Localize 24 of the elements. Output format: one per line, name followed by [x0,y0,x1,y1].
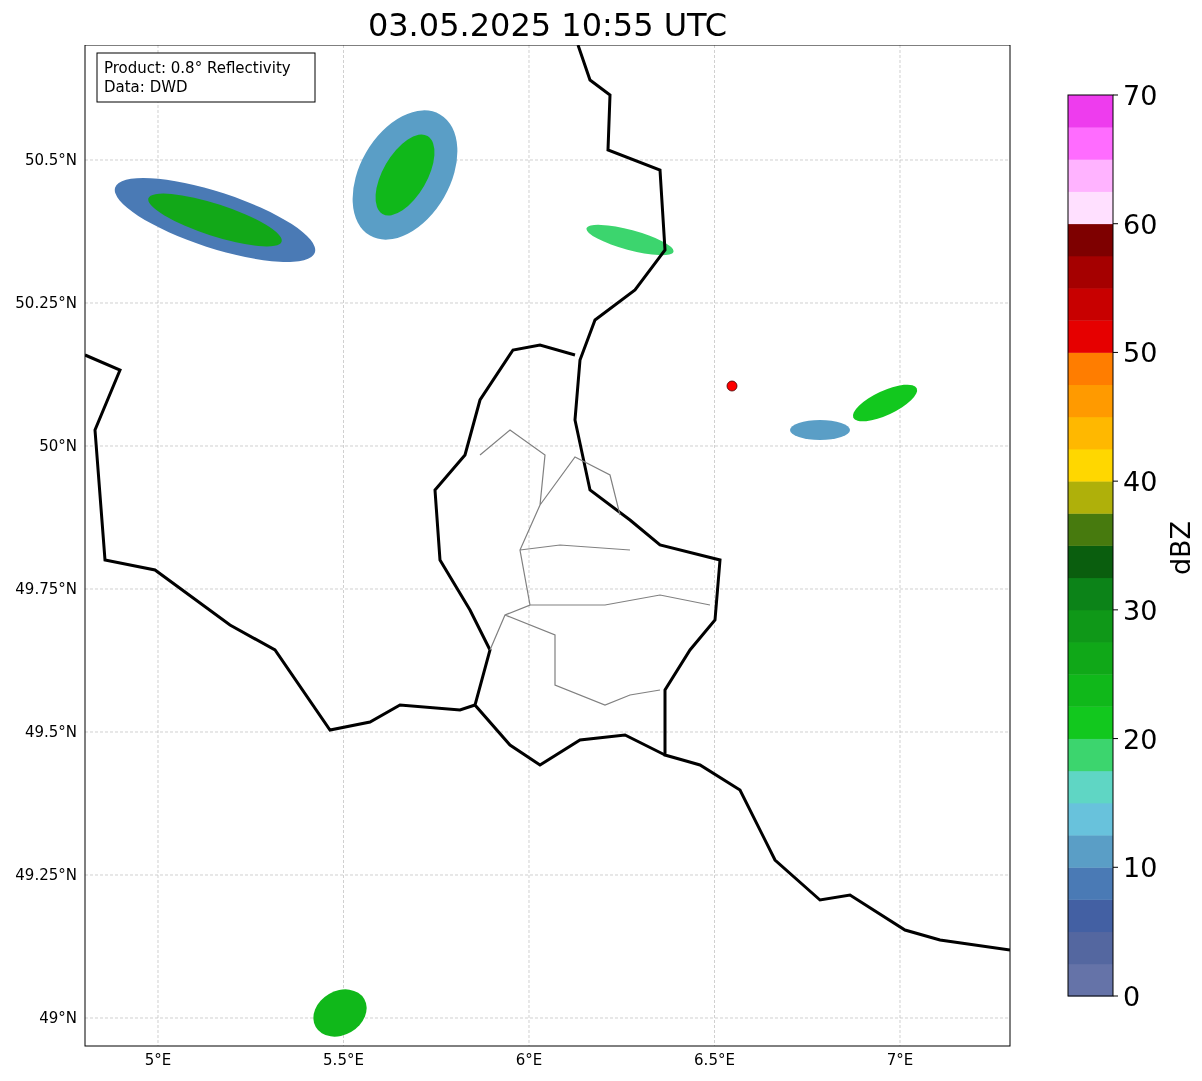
colorbar-label: 0 [1123,981,1141,1012]
chart-title: 03.05.2025 10:55 UTC [367,5,728,45]
latitude-label: 50°N [39,437,77,455]
longitude-label: 6.5°E [694,1051,735,1069]
colorbar-label: 40 [1123,466,1158,498]
latitude-label: 49°N [39,1009,77,1027]
colorbar-label: 20 [1123,723,1158,755]
colorbar-label: 30 [1123,594,1158,626]
latitude-label: 49.75°N [15,580,77,598]
latitude-label: 49.5°N [24,723,77,741]
latitude-label: 50.5°N [24,151,77,169]
info-text: Data: DWD [104,78,188,96]
longitude-label: 7°E [886,1051,914,1069]
latitude-label: 49.25°N [15,866,77,884]
longitude-label: 5°E [144,1051,172,1069]
colorbar-label: 60 [1123,208,1158,240]
latitude-label: 50.25°N [15,294,77,312]
longitude-label: 6°E [515,1051,543,1069]
colorbar-label: 50 [1123,337,1158,369]
info-text: Product: 0.8° Reflectivity [104,59,291,77]
colorbar-label: 10 [1123,852,1158,884]
colorbar-title: dBZ [1165,520,1196,576]
longitude-label: 5.5°E [323,1051,364,1069]
colorbar-label: 70 [1123,80,1158,111]
